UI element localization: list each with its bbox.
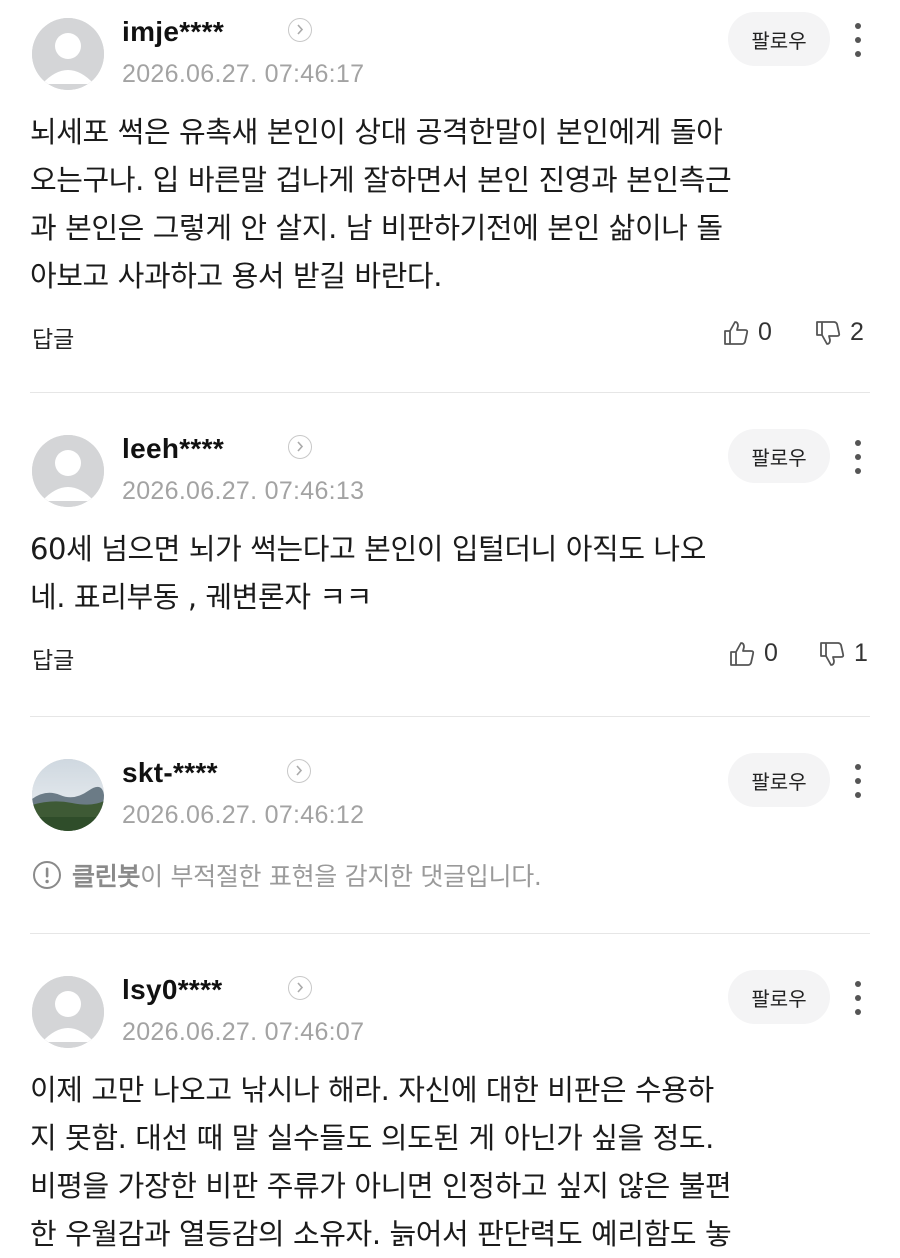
more-options-icon[interactable] (846, 761, 870, 801)
default-avatar-icon (32, 18, 104, 90)
comment-item: lsy0**** 2026.06.27. 07:46:07 팔로우 이제 고만 … (0, 934, 900, 1254)
username[interactable]: leeh**** (122, 433, 224, 465)
like-count: 0 (758, 318, 772, 346)
like-button[interactable]: 0 (728, 639, 778, 668)
dislike-button[interactable]: 1 (818, 639, 868, 668)
comment-footer: 답글 0 2 (30, 312, 870, 372)
comment-item: leeh**** 2026.06.27. 07:46:13 팔로우 60세 넘으… (0, 393, 900, 716)
alert-circle-icon (33, 861, 61, 889)
timestamp: 2026.06.27. 07:46:12 (122, 801, 365, 829)
chevron-right-icon[interactable] (288, 435, 312, 459)
username[interactable]: skt-**** (122, 757, 218, 789)
like-count: 0 (764, 639, 778, 667)
follow-button[interactable]: 팔로우 (728, 753, 830, 807)
comment-text: 이제 고만 나오고 낚시나 해라. 자신에 대한 비판은 수용하 지 못함. 대… (30, 1073, 732, 1251)
dislike-count: 2 (850, 318, 864, 346)
timestamp: 2026.06.27. 07:46:07 (122, 1018, 365, 1046)
avatar[interactable] (32, 435, 104, 507)
avatar[interactable] (32, 759, 104, 831)
comment-text: 뇌세포 썩은 유촉새 본인이 상대 공격한말이 본인에게 돌아 오는구나. 입 … (30, 115, 732, 293)
more-options-icon[interactable] (846, 978, 870, 1018)
comment-header: leeh**** 2026.06.27. 07:46:13 팔로우 (30, 417, 870, 507)
comment-header: skt-**** 2026.06.27. 07:46:12 팔로우 (30, 741, 870, 831)
more-options-icon[interactable] (846, 437, 870, 477)
follow-button[interactable]: 팔로우 (728, 12, 830, 66)
thumbs-down-icon (816, 320, 841, 345)
thumbs-down-icon (820, 641, 845, 666)
avatar[interactable] (32, 18, 104, 90)
username[interactable]: lsy0**** (122, 974, 222, 1006)
thumbs-up-icon (724, 320, 749, 345)
chevron-right-icon[interactable] (287, 759, 311, 783)
comment-header: lsy0**** 2026.06.27. 07:46:07 팔로우 (30, 958, 870, 1048)
thumbs-up-icon (730, 641, 755, 666)
chevron-right-icon[interactable] (288, 976, 312, 1000)
dislike-count: 1 (854, 639, 868, 667)
default-avatar-icon (32, 976, 104, 1048)
more-options-icon[interactable] (846, 20, 870, 60)
comment-item: skt-**** 2026.06.27. 07:46:12 팔로우 클린봇 이 부… (0, 717, 900, 933)
timestamp: 2026.06.27. 07:46:13 (122, 477, 365, 505)
comment-header: imje**** 2026.06.27. 07:46:17 팔로우 (30, 0, 870, 90)
landscape-photo-avatar (32, 759, 104, 831)
comment-footer: 답글 0 1 (30, 633, 870, 693)
follow-button[interactable]: 팔로우 (728, 970, 830, 1024)
cleanbot-name: 클린봇 (72, 862, 141, 891)
comment-text: 60세 넘으면 뇌가 썩는다고 본인이 입털더니 아직도 나오 네. 표리부동 … (30, 532, 706, 614)
like-button[interactable]: 0 (722, 318, 772, 347)
comment-item: imje**** 2026.06.27. 07:46:17 팔로우 뇌세포 썩은… (0, 0, 900, 392)
username[interactable]: imje**** (122, 16, 224, 48)
reply-button[interactable]: 답글 (32, 641, 74, 675)
avatar[interactable] (32, 976, 104, 1048)
chevron-right-icon[interactable] (288, 18, 312, 42)
follow-button[interactable]: 팔로우 (728, 429, 830, 483)
default-avatar-icon (32, 435, 104, 507)
cleanbot-message: 이 부적절한 표현을 감지한 댓글입니다. (140, 862, 542, 891)
cleanbot-notice: 클린봇 이 부적절한 표현을 감지한 댓글입니다. (32, 857, 542, 893)
dislike-button[interactable]: 2 (814, 318, 864, 347)
timestamp: 2026.06.27. 07:46:17 (122, 60, 365, 88)
reply-button[interactable]: 답글 (32, 320, 74, 354)
